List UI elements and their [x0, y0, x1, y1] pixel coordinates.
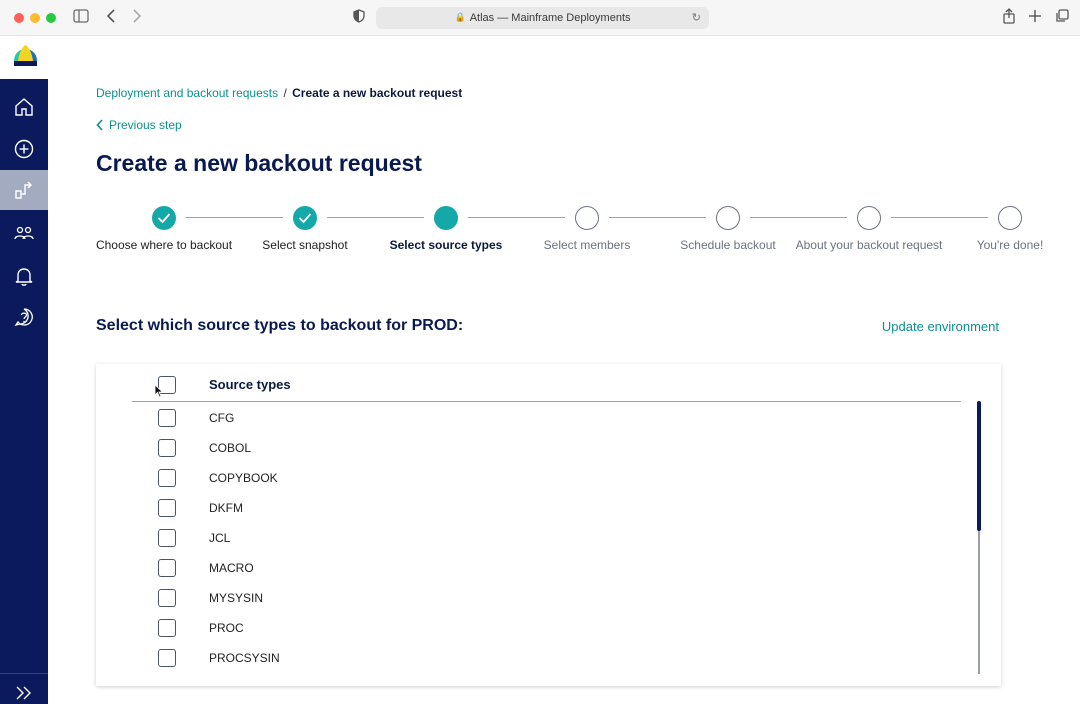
sidebar-toggle-icon[interactable]	[73, 8, 89, 28]
close-window-button[interactable]	[14, 13, 24, 23]
source-type-checkbox[interactable]	[158, 409, 176, 427]
sidebar-item-notifications[interactable]	[0, 256, 48, 296]
table-row[interactable]: PROC	[132, 613, 961, 643]
table-row[interactable]: PROCSYSIN	[132, 643, 961, 673]
step-label-4: Select members	[543, 238, 631, 252]
sidebar-item-create[interactable]	[0, 129, 48, 169]
step-label-7: You're done!	[976, 238, 1044, 252]
browser-toolbar: 🔒 Atlas — Mainframe Deployments ↻	[0, 0, 1080, 36]
sidebar-item-help[interactable]	[0, 297, 48, 337]
step-label-2: Select snapshot	[262, 238, 348, 252]
address-bar[interactable]: 🔒 Atlas — Mainframe Deployments ↻	[376, 7, 709, 29]
source-type-label: COPYBOOK	[209, 471, 278, 485]
plus-circle-icon	[14, 139, 34, 159]
source-type-checkbox[interactable]	[158, 559, 176, 577]
progress-stepper: Choose where to backout Select snapshot Se…	[0, 205, 1080, 255]
source-type-checkbox[interactable]	[158, 439, 176, 457]
bell-icon	[15, 268, 33, 286]
table-row[interactable]: MYSYSIN	[132, 583, 961, 613]
source-type-label: MACRO	[209, 561, 254, 575]
source-type-label: MYSYSIN	[209, 591, 264, 605]
breadcrumb-current: Create a new backout request	[292, 86, 463, 100]
sidebar-divider	[0, 673, 48, 674]
minimize-window-button[interactable]	[30, 13, 40, 23]
stepper-connector	[468, 217, 565, 218]
step-label-3: Select source types	[389, 238, 503, 252]
scrollbar-thumb[interactable]	[977, 401, 981, 531]
step-indicator-3	[434, 206, 458, 230]
table-row[interactable]: COBOL	[132, 433, 961, 463]
step-indicator-5	[716, 206, 740, 230]
source-type-label: COBOL	[209, 441, 252, 455]
step-label-5: Schedule backout	[680, 238, 776, 252]
source-type-checkbox[interactable]	[158, 469, 176, 487]
back-icon[interactable]	[106, 8, 116, 28]
checkmark-icon	[298, 213, 312, 224]
table-row[interactable]: MACRO	[132, 553, 961, 583]
source-type-checkbox[interactable]	[158, 619, 176, 637]
reload-icon[interactable]: ↻	[692, 11, 701, 24]
section-title: Select which source types to backout for…	[96, 317, 464, 334]
source-types-header: Source types	[209, 377, 291, 392]
atlas-logo-icon	[13, 45, 38, 66]
source-type-checkbox[interactable]	[158, 499, 176, 517]
source-type-checkbox[interactable]	[158, 649, 176, 667]
stepper-connector	[186, 217, 283, 218]
step-label-1: Choose where to backout	[95, 238, 233, 252]
step-indicator-2	[293, 206, 317, 230]
address-text: Atlas — Mainframe Deployments	[469, 12, 631, 24]
breadcrumb-parent-link[interactable]: Deployment and backout requests	[96, 86, 278, 100]
sidebar	[0, 79, 48, 704]
page-title: Create a new backout request	[96, 150, 422, 176]
step-indicator-1	[152, 206, 176, 230]
home-icon	[15, 98, 33, 116]
zoom-window-button[interactable]	[46, 13, 56, 23]
step-label-6: About your backout request	[795, 238, 943, 252]
sidebar-item-deployments[interactable]	[0, 170, 48, 210]
shield-icon[interactable]	[353, 8, 365, 28]
checkmark-icon	[157, 213, 171, 224]
help-icon	[14, 308, 33, 327]
breadcrumb-separator: /	[283, 86, 287, 100]
forward-icon[interactable]	[132, 8, 142, 28]
previous-step-link[interactable]: Previous step	[96, 118, 182, 132]
source-type-label: DKFM	[209, 501, 243, 515]
stepper-connector	[327, 217, 424, 218]
chevron-left-icon	[96, 119, 103, 131]
source-type-label: PROCSYSIN	[209, 651, 280, 665]
stepper-connector	[891, 217, 988, 218]
mouse-cursor-icon	[154, 384, 164, 398]
table-header: Source types	[132, 364, 961, 402]
tabs-icon[interactable]	[1055, 8, 1069, 28]
step-indicator-4	[575, 206, 599, 230]
table-row[interactable]: DKFM	[132, 493, 961, 523]
double-chevron-right-icon[interactable]	[13, 684, 35, 702]
stepper-connector	[609, 217, 706, 218]
source-type-label: PROC	[209, 621, 244, 635]
source-type-checkbox[interactable]	[158, 529, 176, 547]
sidebar-item-home[interactable]	[0, 87, 48, 127]
breadcrumb: Deployment and backout requests / Create…	[96, 86, 462, 100]
source-type-checkbox[interactable]	[158, 589, 176, 607]
stepper-connector	[750, 217, 847, 218]
source-type-label: JCL	[209, 531, 231, 545]
new-tab-icon[interactable]	[1028, 8, 1042, 28]
table-row[interactable]: JCL	[132, 523, 961, 553]
update-environment-link[interactable]: Update environment	[882, 319, 999, 334]
previous-step-label: Previous step	[109, 118, 182, 132]
deploy-icon	[15, 181, 32, 199]
source-types-card: Source types CFG COBOL COPYBOOK DKFM JCL MACR…	[96, 364, 1001, 686]
table-row[interactable]: COPYBOOK	[132, 463, 961, 493]
source-type-label: CFG	[209, 411, 235, 425]
table-row[interactable]: CFG	[132, 403, 961, 433]
step-indicator-6	[857, 206, 881, 230]
lock-icon: 🔒	[454, 13, 466, 23]
share-icon[interactable]	[1002, 8, 1016, 29]
step-indicator-7	[998, 206, 1022, 230]
